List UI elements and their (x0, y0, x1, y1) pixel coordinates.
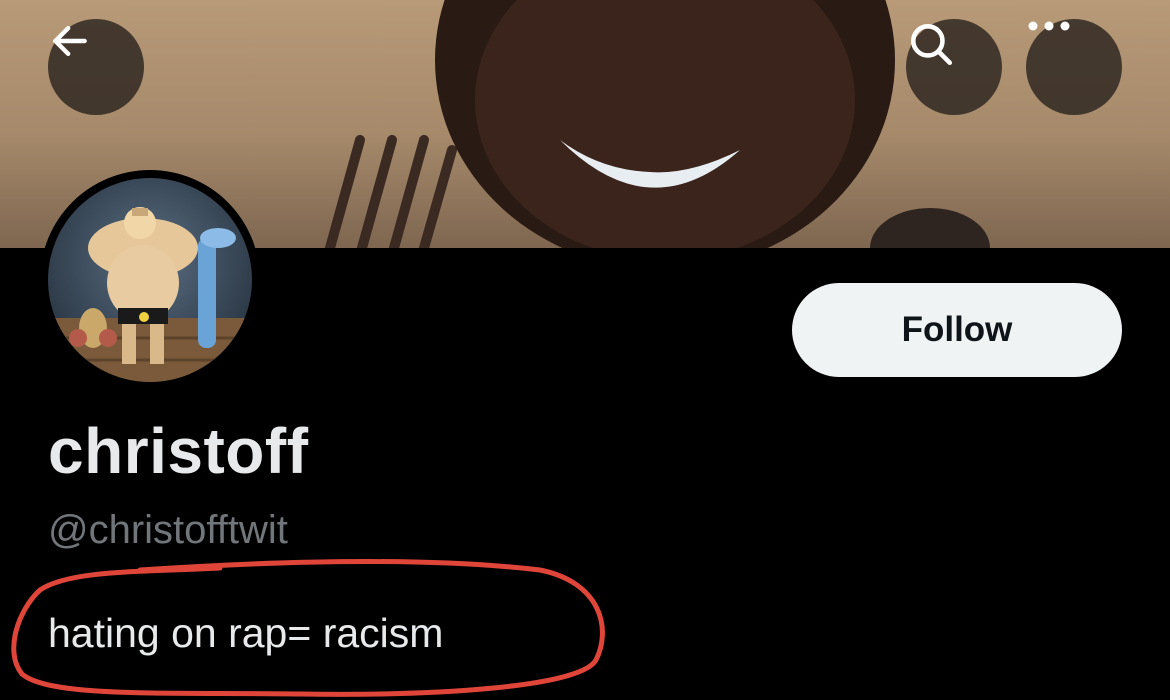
avatar-image (48, 178, 252, 382)
profile-display-name: christoff (48, 415, 309, 487)
back-button[interactable] (48, 19, 144, 115)
follow-button[interactable]: Follow (792, 283, 1122, 377)
more-options-button[interactable] (1026, 19, 1122, 115)
profile-avatar[interactable] (40, 170, 260, 390)
profile-bio: hating on rap= racism (48, 610, 444, 656)
search-button[interactable] (906, 19, 1002, 115)
profile-handle: @christofftwit (48, 508, 288, 552)
